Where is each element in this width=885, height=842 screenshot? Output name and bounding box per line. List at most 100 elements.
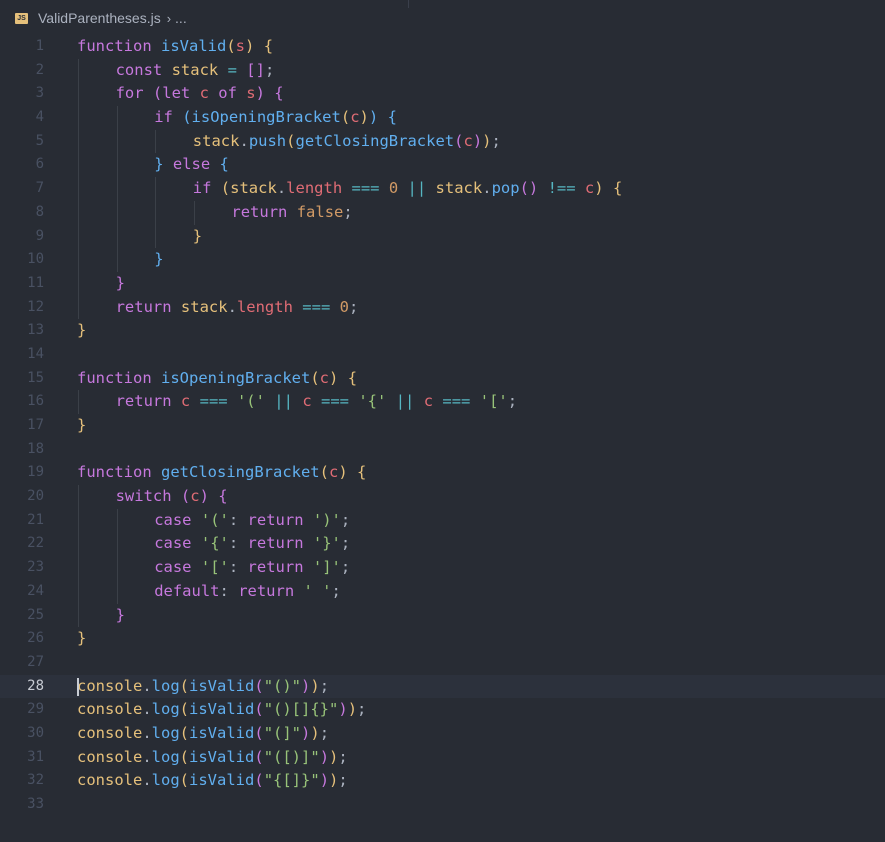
code-line[interactable]: 18 <box>0 438 885 462</box>
code-token: } <box>154 155 164 174</box>
code-token: return <box>115 297 181 316</box>
code-text: case '(': return ')'; <box>154 509 350 533</box>
code-token: ( <box>254 771 264 790</box>
code-line[interactable]: 2 const stack = []; <box>0 58 885 83</box>
indent-guide <box>116 106 118 130</box>
code-token: } <box>77 416 87 434</box>
code-token: ) <box>472 131 483 150</box>
code-token: ( <box>179 747 190 766</box>
code-line[interactable]: 23 case '[': return ']'; <box>0 556 885 580</box>
code-token: === <box>351 179 380 198</box>
code-line[interactable]: 4 if (isOpeningBracket(c)) { <box>0 106 885 130</box>
line-number: 11 <box>27 274 44 291</box>
code-line[interactable]: 31 console.log(isValid("([)]")); <box>0 746 885 770</box>
code-token: ')' <box>312 510 341 529</box>
code-token: getClosingBracket <box>161 463 320 482</box>
code-token: ; <box>319 676 330 695</box>
code-line[interactable]: 27 <box>0 651 885 675</box>
code-token: ( <box>179 676 190 695</box>
breadcrumb-file-name[interactable]: ValidParentheses.js <box>38 10 161 26</box>
code-line[interactable]: 28 console.log(isValid("()")); <box>0 674 885 699</box>
code-editor[interactable]: 1 function isValid(s) {2 const stack = [];… <box>0 35 885 817</box>
line-number: 26 <box>27 630 44 647</box>
indent-guide <box>78 390 79 414</box>
indent-guide <box>78 603 79 628</box>
code-token: ) <box>301 723 311 742</box>
code-line[interactable]: 33 <box>0 793 885 817</box>
code-token: "()" <box>263 676 302 695</box>
line-number: 14 <box>27 345 44 362</box>
code-line[interactable]: 26} <box>0 627 885 651</box>
code-token: '}' <box>312 534 341 553</box>
code-line[interactable]: 7 if (stack.length === 0 || stack.pop() !… <box>0 177 885 201</box>
code-token: ( <box>340 108 351 127</box>
code-line[interactable]: 29 console.log(isValid("()[]{}")); <box>0 698 885 722</box>
code-token: c <box>463 131 473 150</box>
code-line[interactable]: 1 function isValid(s) { <box>0 35 885 59</box>
line-number: 9 <box>35 227 44 244</box>
code-token: stack <box>192 131 240 150</box>
code-token: ( <box>179 723 190 742</box>
code-line[interactable]: 3 for (let c of s) { <box>0 82 885 107</box>
indent-guide <box>78 579 79 604</box>
code-token: isOpeningBracket <box>161 368 311 387</box>
code-line[interactable]: 9} <box>0 224 885 249</box>
code-line[interactable]: 5 stack.push(getClosingBracket(c)); <box>0 129 885 154</box>
code-line[interactable]: 30 console.log(isValid("(]")); <box>0 722 885 746</box>
line-number: 7 <box>35 180 44 197</box>
code-token: ) <box>245 37 255 55</box>
code-token: : <box>228 510 248 529</box>
code-token: ) <box>338 463 348 482</box>
code-token: ) <box>368 108 379 127</box>
code-token: isValid <box>189 723 255 742</box>
code-line[interactable]: 16 return c === '(' || c === '{' || c ===… <box>0 390 885 414</box>
code-line[interactable]: 12 return stack.length === 0; <box>0 295 885 320</box>
breadcrumb-more[interactable]: ... <box>175 10 187 26</box>
code-token: ) <box>482 131 492 150</box>
indent-guide <box>78 224 79 249</box>
code-text: } <box>116 272 125 296</box>
indent-guide <box>78 200 79 225</box>
code-token: ; <box>319 723 330 742</box>
code-token: || <box>407 179 427 198</box>
code-token: . <box>142 723 152 742</box>
code-token: isValid <box>189 747 255 766</box>
code-line[interactable]: 8 return false; <box>0 200 885 225</box>
line-number: 5 <box>35 132 44 149</box>
code-line[interactable]: 14 <box>0 343 885 367</box>
indent-guide <box>78 271 79 296</box>
code-line[interactable]: 17} <box>0 414 885 438</box>
code-line[interactable]: 24 default: return ' '; <box>0 579 885 604</box>
code-line[interactable]: 6} else { <box>0 153 885 178</box>
code-token: ; <box>338 771 348 790</box>
indent-guide <box>78 82 79 107</box>
code-token: { <box>612 179 623 198</box>
code-line[interactable]: 11} <box>0 271 885 296</box>
code-token: function <box>77 463 161 482</box>
code-line[interactable]: 10} <box>0 248 885 272</box>
code-token: . <box>142 676 152 695</box>
code-line[interactable]: 15 function isOpeningBracket(c) { <box>0 367 885 391</box>
code-line[interactable]: 13} <box>0 319 885 343</box>
code-line[interactable]: 20 switch (c) { <box>0 485 885 509</box>
code-token: '(' <box>200 510 229 529</box>
indent-guide <box>78 295 79 320</box>
code-text: return false; <box>231 201 352 225</box>
line-number: 32 <box>27 772 44 789</box>
code-token: = <box>227 60 237 79</box>
code-line[interactable]: 25} <box>0 603 885 628</box>
line-number: 23 <box>27 559 44 576</box>
code-line[interactable]: 22 case '{': return '}'; <box>0 532 885 557</box>
code-token: function <box>77 37 161 55</box>
code-token: ) <box>347 700 358 719</box>
code-line[interactable]: 19 function getClosingBracket(c) { <box>0 461 885 485</box>
code-line[interactable]: 21 case '(': return ')'; <box>0 508 885 533</box>
code-token: function <box>77 368 161 387</box>
code-line[interactable]: 32 console.log(isValid("{[]}")); <box>0 769 885 793</box>
